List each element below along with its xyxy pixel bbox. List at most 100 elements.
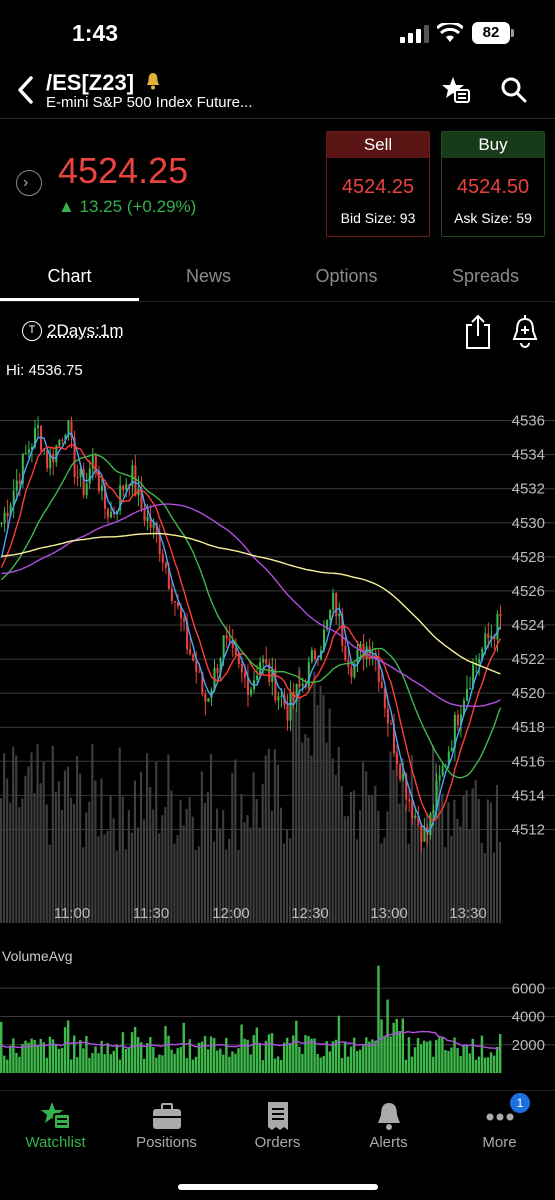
volume-bar bbox=[12, 1038, 15, 1073]
volume-bar bbox=[88, 1057, 91, 1073]
volume-bar bbox=[33, 1039, 36, 1073]
candle bbox=[146, 516, 149, 522]
volume-shadow-bar bbox=[42, 761, 45, 923]
volume-bar bbox=[441, 1036, 444, 1073]
volume-shadow-bar bbox=[471, 788, 474, 923]
volume-shadow-bar bbox=[301, 742, 304, 923]
nav-orders[interactable]: Orders bbox=[222, 1095, 333, 1151]
volume-bar bbox=[18, 1056, 21, 1073]
price-chart[interactable]: 4536 4534 4532 4530 4528 4526 4524 4522 4520 4518… bbox=[0, 380, 555, 925]
volume-bar bbox=[495, 1046, 499, 1073]
timeframe-selector[interactable]: 2Days:1m bbox=[47, 321, 124, 341]
volume-shadow-bar bbox=[319, 686, 322, 923]
volume-shadow-bar bbox=[279, 807, 283, 923]
volume-chart[interactable]: 6000 4000 2000 bbox=[0, 945, 555, 1075]
back-arrow-icon[interactable] bbox=[14, 74, 38, 106]
candle bbox=[402, 773, 405, 780]
volume-bar bbox=[483, 1057, 487, 1073]
candle bbox=[356, 649, 359, 664]
expand-quote-button[interactable]: › bbox=[16, 170, 42, 196]
y-tick-label: 4518 bbox=[512, 719, 545, 736]
volume-bar bbox=[319, 1057, 322, 1073]
candle bbox=[67, 421, 70, 436]
buy-button[interactable]: Buy 4524.50 Ask Size: 59 bbox=[441, 131, 545, 237]
tab-spreads[interactable]: Spreads bbox=[416, 266, 555, 287]
volume-bar bbox=[139, 1042, 143, 1073]
nav-positions[interactable]: Positions bbox=[111, 1095, 222, 1151]
volume-bar bbox=[404, 1059, 408, 1073]
candle bbox=[396, 753, 399, 764]
x-tick-label: 13:30 bbox=[449, 905, 487, 922]
tab-news[interactable]: News bbox=[139, 266, 278, 287]
candle bbox=[61, 439, 64, 441]
nav-alerts[interactable]: Alerts bbox=[333, 1095, 444, 1151]
volume-shadow-bar bbox=[331, 758, 334, 923]
timeframe-icon: T bbox=[22, 321, 42, 341]
candle bbox=[143, 509, 146, 522]
volume-bar bbox=[69, 1059, 73, 1073]
y-tick-label: 4526 bbox=[512, 583, 545, 600]
ma-line-slow_ma bbox=[0, 453, 502, 779]
x-tick-label: 11:30 bbox=[133, 905, 169, 922]
volume-bar bbox=[456, 1048, 459, 1073]
volume-bar bbox=[310, 1038, 313, 1073]
share-icon[interactable] bbox=[463, 313, 493, 351]
add-alert-icon[interactable] bbox=[510, 313, 540, 351]
candle bbox=[58, 439, 61, 446]
volume-bar bbox=[222, 1054, 225, 1073]
candle bbox=[469, 687, 472, 689]
volume-shadow-bar bbox=[316, 704, 319, 923]
sell-button[interactable]: Sell 4524.25 Bid Size: 93 bbox=[326, 131, 430, 237]
symbol-description: E-mini S&P 500 Index Future... bbox=[46, 94, 253, 111]
volume-bar bbox=[380, 1019, 383, 1073]
volume-bar bbox=[97, 1053, 100, 1073]
volume-bar bbox=[279, 1059, 283, 1073]
candle bbox=[438, 775, 441, 781]
tab-chart[interactable]: Chart bbox=[0, 266, 139, 287]
candle bbox=[161, 553, 164, 563]
volume-shadow-bar bbox=[9, 802, 12, 923]
volume-shadow-bar bbox=[57, 781, 60, 923]
watchlist-add-icon[interactable] bbox=[440, 75, 472, 107]
volume-shadow-bar bbox=[249, 827, 252, 923]
search-icon[interactable] bbox=[500, 76, 528, 104]
volume-bar bbox=[459, 1055, 462, 1073]
candle bbox=[313, 650, 316, 660]
candle bbox=[207, 698, 210, 702]
volume-bar bbox=[498, 1033, 502, 1073]
volume-shadow-bar bbox=[112, 818, 115, 923]
volume-shadow-bar bbox=[149, 787, 152, 923]
volume-bar bbox=[48, 1036, 52, 1073]
volume-shadow-bar bbox=[410, 755, 413, 923]
candle bbox=[228, 638, 231, 642]
high-label: Hi: 4536.75 bbox=[6, 362, 83, 379]
volume-shadow-bar bbox=[295, 708, 298, 923]
candle bbox=[280, 695, 283, 697]
y-tick-label: 4516 bbox=[512, 753, 545, 770]
nav-watchlist[interactable]: Watchlist bbox=[0, 1095, 111, 1151]
volume-shadow-bar bbox=[179, 799, 182, 923]
tab-options[interactable]: Options bbox=[277, 266, 416, 287]
volume-bar bbox=[438, 1037, 441, 1073]
volume-bar bbox=[66, 1020, 70, 1073]
volume-shadow-bar bbox=[66, 766, 70, 923]
volume-y-tick-label: 4000 bbox=[512, 1009, 545, 1026]
candle bbox=[237, 655, 240, 664]
candle bbox=[189, 648, 192, 655]
status-bar: 1:43 82 bbox=[0, 0, 555, 62]
volume-shadow-bar bbox=[352, 790, 356, 923]
volume-bar bbox=[340, 1057, 344, 1073]
volume-shadow-bar bbox=[106, 830, 109, 923]
candle bbox=[222, 635, 225, 659]
volume-shadow-bar bbox=[285, 829, 289, 923]
volume-bar bbox=[161, 1055, 164, 1073]
volume-shadow-bar bbox=[176, 835, 179, 923]
volume-bar bbox=[15, 1052, 18, 1073]
tabs-divider bbox=[0, 301, 555, 302]
nav-more[interactable]: 1 More bbox=[444, 1093, 555, 1151]
volume-shadow-bar bbox=[270, 810, 273, 923]
candle bbox=[76, 477, 79, 479]
candle bbox=[18, 480, 21, 484]
volume-shadow-bar bbox=[191, 816, 194, 923]
volume-shadow-bar bbox=[489, 802, 492, 923]
